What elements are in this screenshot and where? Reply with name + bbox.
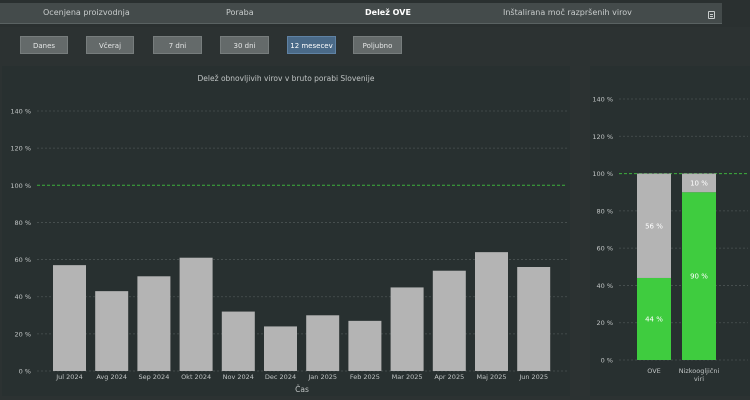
y-tick-label: 60 % xyxy=(14,256,31,264)
bar xyxy=(306,315,340,371)
chart-title: Delež obnovljivih virov v bruto porabi S… xyxy=(198,74,375,83)
x-tick-label: Nizkoogljični xyxy=(679,367,720,375)
bar xyxy=(137,276,171,371)
range-button-poljubno[interactable]: Poljubno xyxy=(353,36,402,54)
data-label: 10 % xyxy=(690,179,708,187)
y-tick-label: 100 % xyxy=(10,182,31,190)
bar xyxy=(517,267,551,371)
data-label: 90 % xyxy=(690,273,708,281)
x-tick-label: Dec 2024 xyxy=(265,373,296,381)
x-tick-label: Mar 2025 xyxy=(392,373,423,381)
main-chart-panel: Delež obnovljivih virov v bruto porabi S… xyxy=(2,66,570,396)
x-tick-label: Nov 2024 xyxy=(223,373,254,381)
bar xyxy=(53,265,86,371)
y-tick-label: 40 % xyxy=(596,282,613,290)
range-button-vceraj[interactable]: Včeraj xyxy=(86,36,134,54)
x-tick-label: Jun 2025 xyxy=(518,373,548,381)
range-button-12-mesecev[interactable]: 12 mesecev xyxy=(287,36,336,54)
top-navigation: Ocenjena proizvodnja Poraba Delež OVE In… xyxy=(0,0,750,27)
x-tick-label: Jan 2025 xyxy=(307,373,337,381)
range-button-7-dni[interactable]: 7 dni xyxy=(153,36,202,54)
x-axis-label: Čas xyxy=(295,385,309,394)
bar xyxy=(221,311,255,371)
bar xyxy=(264,326,297,371)
y-tick-label: 80 % xyxy=(596,207,613,215)
x-tick-label: Feb 2025 xyxy=(350,373,380,381)
y-tick-label: 0 % xyxy=(601,357,613,365)
x-tick-label: Maj 2025 xyxy=(476,373,506,381)
document-icon[interactable] xyxy=(708,11,715,19)
tab-ocenjena-proizvodnja[interactable]: Ocenjena proizvodnja xyxy=(43,3,130,23)
tab-poraba[interactable]: Poraba xyxy=(226,3,254,23)
y-tick-label: 80 % xyxy=(14,219,31,227)
bar xyxy=(390,287,424,371)
tab-bar: Ocenjena proizvodnja Poraba Delež OVE In… xyxy=(0,3,722,24)
bar xyxy=(475,252,508,371)
y-tick-label: 40 % xyxy=(14,293,31,301)
bar xyxy=(348,320,382,371)
x-tick-label: Sep 2024 xyxy=(138,373,169,381)
y-tick-label: 100 % xyxy=(592,170,613,178)
x-tick-label-line2: viri xyxy=(694,375,704,383)
y-tick-label: 0 % xyxy=(19,368,31,376)
bar xyxy=(95,291,129,371)
y-tick-label: 140 % xyxy=(10,108,31,116)
x-tick-label: Avg 2024 xyxy=(96,373,127,381)
tab-instalirana-moc[interactable]: Inštalirana moč razpršenih virov xyxy=(503,3,632,23)
x-tick-label: Apr 2025 xyxy=(434,373,464,381)
data-label: 44 % xyxy=(645,315,663,323)
y-tick-label: 60 % xyxy=(596,245,613,253)
y-tick-label: 120 % xyxy=(592,133,613,141)
y-tick-label: 140 % xyxy=(592,96,613,104)
summary-chart-panel: 0 % 20 % 40 % 60 % 80 % 100 % 120 % 140 % 44 % 56… xyxy=(590,66,750,396)
y-tick-label: 20 % xyxy=(14,330,31,338)
tab-delez-ove[interactable]: Delež OVE xyxy=(365,3,411,23)
range-button-danes[interactable]: Danes xyxy=(20,36,68,54)
bar xyxy=(432,270,466,371)
monthly-share-chart: Delež obnovljivih virov v bruto porabi S… xyxy=(10,74,567,394)
x-tick-label: OVE xyxy=(647,367,661,375)
x-tick-label: Jul 2024 xyxy=(55,373,82,381)
summary-share-chart: 0 % 20 % 40 % 60 % 80 % 100 % 120 % 140 % 44 % 56… xyxy=(592,96,748,383)
x-tick-label: Okt 2024 xyxy=(181,373,211,381)
y-tick-label: 120 % xyxy=(10,145,31,153)
range-button-30-dni[interactable]: 30 dni xyxy=(220,36,269,54)
y-tick-label: 20 % xyxy=(596,319,613,327)
data-label: 56 % xyxy=(645,222,663,230)
bar xyxy=(179,257,213,371)
